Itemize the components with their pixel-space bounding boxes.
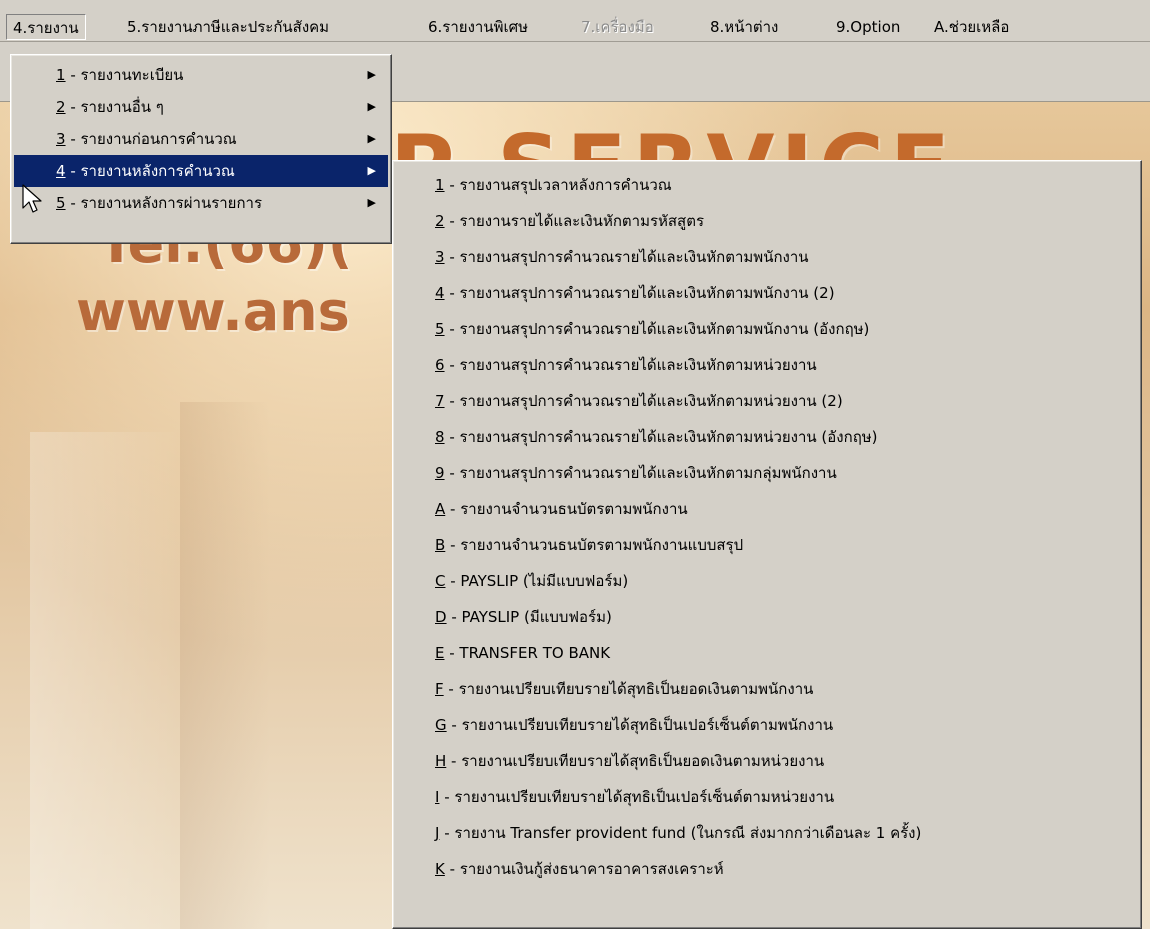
submenu-item-summary-by-employee-english[interactable]: 5 - รายงานสรุปการคำนวณรายได้และเงินหักตา… (397, 313, 1137, 345)
menu-item-label: - PAYSLIP (มีแบบฟอร์ม) (446, 608, 612, 626)
menu-item-registration-reports[interactable]: 1 - รายงานทะเบียน ▶ (14, 59, 388, 91)
menu-item-accelerator: K (435, 860, 445, 878)
submenu-item-banknote-count-summary[interactable]: B - รายงานจำนวนธนบัตรตามพนักงานแบบสรุป (397, 529, 1137, 561)
submenu-item-transfer-to-bank[interactable]: E - TRANSFER TO BANK (397, 637, 1137, 669)
menu-item-label: - รายงานสรุปการคำนวณรายได้และเงินหักตามพ… (444, 320, 870, 338)
menu-item-label: - รายงานเปรียบเทียบรายได้สุทธิเป็นเปอร์เ… (446, 716, 834, 734)
menu-tax-social-security-reports[interactable]: 5.รายงานภาษีและประกันสังคม (121, 14, 335, 40)
menu-item-label: - รายงานอื่น ๆ (65, 98, 164, 116)
submenu-item-summary-by-department-2[interactable]: 7 - รายงานสรุปการคำนวณรายได้และเงินหักตา… (397, 385, 1137, 417)
menu-item-accelerator: 6 (435, 356, 445, 374)
submenu-item-net-income-percent-by-department[interactable]: I - รายงานเปรียบเทียบรายได้สุทธิเป็นเปอร… (397, 781, 1137, 813)
menu-item-accelerator: F (435, 680, 444, 698)
menu-reports[interactable]: 4.รายงาน (6, 14, 86, 40)
menu-item-label: - รายงานจำนวนธนบัตรตามพนักงานแบบสรุป (445, 536, 744, 554)
menu-item-accelerator: 4 (56, 162, 66, 180)
menu-item-accelerator: 8 (435, 428, 445, 446)
triangle-right-icon: ▶ (367, 196, 376, 209)
menu-item-accelerator: 2 (435, 212, 445, 230)
menu-item-label: - รายงานทะเบียน (65, 66, 184, 84)
submenu-item-summary-by-employee-2[interactable]: 4 - รายงานสรุปการคำนวณรายได้และเงินหักตา… (397, 277, 1137, 309)
menu-item-label: - รายงานรายได้และเงินหักตามรหัสสูตร (444, 212, 705, 230)
menu-item-accelerator: 1 (56, 66, 66, 84)
menu-item-label: - รายงานเงินกู้ส่งธนาคารอาคารสงเคราะห์ (444, 860, 724, 878)
menu-item-accelerator: 9 (435, 464, 445, 482)
submenu-item-payslip-no-form[interactable]: C - PAYSLIP (ไม่มีแบบฟอร์ม) (397, 565, 1137, 597)
menu-special-reports[interactable]: 6.รายงานพิเศษ (422, 14, 534, 40)
menu-item-label: - รายงานเปรียบเทียบรายได้สุทธิเป็นยอดเงิ… (446, 752, 825, 770)
menu-item-accelerator: 5 (435, 320, 445, 338)
menu-item-label: - รายงานสรุปการคำนวณรายได้และเงินหักตามพ… (444, 248, 809, 266)
submenu-item-transfer-provident-fund[interactable]: J - รายงาน Transfer provident fund (ในกร… (397, 817, 1137, 849)
menu-item-accelerator: 4 (435, 284, 445, 302)
triangle-right-icon: ▶ (367, 100, 376, 113)
menu-item-label: - รายงานสรุปการคำนวณรายได้และเงินหักตามห… (444, 392, 843, 410)
menu-item-label: - รายงานเปรียบเทียบรายได้สุทธิเป็นเปอร์เ… (439, 788, 835, 806)
menu-item-accelerator: 2 (56, 98, 66, 116)
menu-item-label: - รายงาน Transfer provident fund (ในกรณี… (439, 824, 922, 842)
menu-item-label: - รายงานจำนวนธนบัตรตามพนักงาน (445, 500, 688, 518)
triangle-right-icon: ▶ (367, 68, 376, 81)
submenu-item-summary-by-employee[interactable]: 3 - รายงานสรุปการคำนวณรายได้และเงินหักตา… (397, 241, 1137, 273)
submenu-item-net-income-amount-by-employee[interactable]: F - รายงานเปรียบเทียบรายได้สุทธิเป็นยอดเ… (397, 673, 1137, 705)
menu-item-accelerator: 7 (435, 392, 445, 410)
menu-item-label: - รายงานหลังการผ่านรายการ (65, 194, 263, 212)
menu-window[interactable]: 8.หน้าต่าง (704, 14, 784, 40)
menu-item-label: - รายงานสรุปการคำนวณรายได้และเงินหักตามพ… (444, 284, 835, 302)
menu-item-label: - รายงานสรุปการคำนวณรายได้และเงินหักตามก… (444, 464, 837, 482)
submenu-item-time-summary[interactable]: 1 - รายงานสรุปเวลาหลังการคำนวณ (397, 169, 1137, 201)
menu-item-label: - TRANSFER TO BANK (444, 644, 611, 662)
post-calculation-submenu: 1 - รายงานสรุปเวลาหลังการคำนวณ 2 - รายงา… (392, 160, 1142, 929)
submenu-item-summary-by-department-english[interactable]: 8 - รายงานสรุปการคำนวณรายได้และเงินหักตา… (397, 421, 1137, 453)
submenu-item-net-income-amount-by-department[interactable]: H - รายงานเปรียบเทียบรายได้สุทธิเป็นยอดเ… (397, 745, 1137, 777)
submenu-item-payslip-with-form[interactable]: D - PAYSLIP (มีแบบฟอร์ม) (397, 601, 1137, 633)
banner-website: www.ans (76, 280, 350, 343)
menu-item-post-posting-reports[interactable]: 5 - รายงานหลังการผ่านรายการ ▶ (14, 187, 388, 219)
menu-item-post-calculation-reports[interactable]: 4 - รายงานหลังการคำนวณ ▶ (14, 155, 388, 187)
submenu-item-banknote-count-by-employee[interactable]: A - รายงานจำนวนธนบัตรตามพนักงาน (397, 493, 1137, 525)
banner-decoration (30, 432, 180, 929)
mouse-pointer-icon (22, 184, 42, 213)
menu-item-label: - รายงานเปรียบเทียบรายได้สุทธิเป็นยอดเงิ… (443, 680, 814, 698)
menu-item-accelerator: B (435, 536, 446, 554)
menu-item-label: - รายงานสรุปเวลาหลังการคำนวณ (444, 176, 672, 194)
submenu-item-summary-by-department[interactable]: 6 - รายงานสรุปการคำนวณรายได้และเงินหักตา… (397, 349, 1137, 381)
submenu-item-summary-by-employee-group[interactable]: 9 - รายงานสรุปการคำนวณรายได้และเงินหักตา… (397, 457, 1137, 489)
menu-item-pre-calculation-reports[interactable]: 3 - รายงานก่อนการคำนวณ ▶ (14, 123, 388, 155)
reports-dropdown-menu: 1 - รายงานทะเบียน ▶ 2 - รายงานอื่น ๆ ▶ 3… (10, 54, 392, 244)
submenu-item-loan-government-housing-bank[interactable]: K - รายงานเงินกู้ส่งธนาคารอาคารสงเคราะห์ (397, 853, 1137, 885)
menu-item-label: - รายงานสรุปการคำนวณรายได้และเงินหักตามห… (444, 428, 878, 446)
menu-item-label: - รายงานก่อนการคำนวณ (65, 130, 237, 148)
submenu-item-net-income-percent-by-employee[interactable]: G - รายงานเปรียบเทียบรายได้สุทธิเป็นเปอร… (397, 709, 1137, 741)
menu-item-label: - รายงานหลังการคำนวณ (65, 162, 235, 180)
menu-item-label: - PAYSLIP (ไม่มีแบบฟอร์ม) (445, 572, 629, 590)
menu-item-accelerator: H (435, 752, 447, 770)
menu-option[interactable]: 9.Option (830, 14, 906, 40)
menu-item-accelerator: 3 (435, 248, 445, 266)
menu-item-accelerator: 1 (435, 176, 445, 194)
submenu-item-income-deduction-by-formula[interactable]: 2 - รายงานรายได้และเงินหักตามรหัสสูตร (397, 205, 1137, 237)
menu-item-accelerator: C (435, 572, 446, 590)
banner-decoration (180, 402, 270, 929)
menu-item-accelerator: G (435, 716, 447, 734)
menu-item-accelerator: 3 (56, 130, 66, 148)
triangle-right-icon: ▶ (367, 164, 376, 177)
menu-tools[interactable]: 7.เครื่องมือ (575, 14, 660, 40)
menu-item-accelerator: 5 (56, 194, 66, 212)
menubar: 4.รายงาน 5.รายงานภาษีและประกันสังคม 6.รา… (0, 0, 1150, 42)
menu-item-other-reports[interactable]: 2 - รายงานอื่น ๆ ▶ (14, 91, 388, 123)
menu-item-accelerator: D (435, 608, 447, 626)
menu-item-label: - รายงานสรุปการคำนวณรายได้และเงินหักตามห… (444, 356, 817, 374)
menu-help[interactable]: A.ช่วยเหลือ (928, 14, 1015, 40)
triangle-right-icon: ▶ (367, 132, 376, 145)
menu-item-accelerator: A (435, 500, 446, 518)
